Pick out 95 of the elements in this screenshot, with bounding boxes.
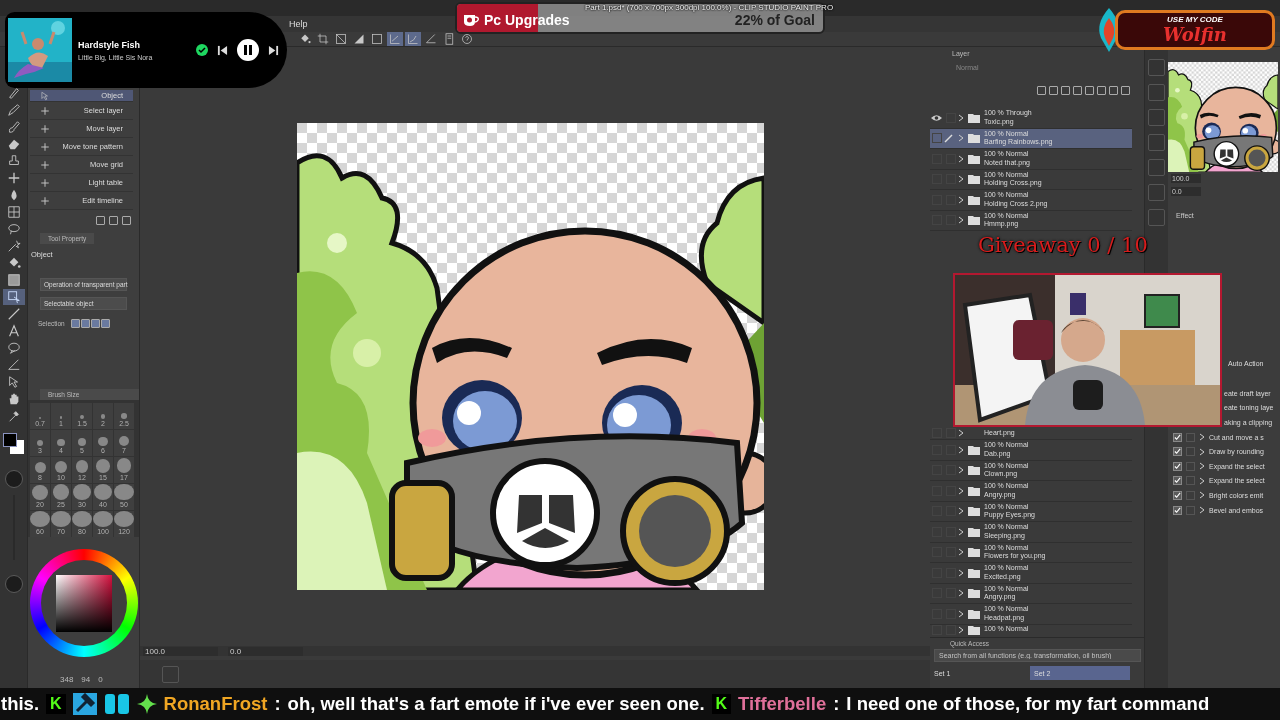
angle-field[interactable]: 0.0: [228, 646, 303, 656]
chevron-icon[interactable]: [958, 113, 964, 122]
folder-icon: [968, 112, 980, 123]
pause-button[interactable]: [237, 39, 259, 61]
song-title: Hardstyle Fish: [78, 39, 142, 50]
move-icon: [40, 159, 50, 170]
help-icon[interactable]: [459, 32, 475, 46]
sparkle-icon: [136, 694, 157, 714]
chevron-icon[interactable]: [958, 548, 964, 557]
folder-icon: [968, 485, 980, 496]
color-value: 94: [81, 675, 91, 684]
move-icon: [40, 195, 50, 206]
chevron-icon[interactable]: [958, 154, 964, 163]
move-icon: [40, 123, 50, 134]
pencil-icon: [944, 133, 954, 144]
zoom-field[interactable]: 100.0: [143, 646, 218, 656]
crossed-square-icon[interactable]: [333, 32, 349, 46]
hammer-icon: [72, 693, 97, 715]
window-title: Part 1.psd* (700 x 700px 300dpi 100.0%) - CLIP STUDIO PAINT PRO: [585, 3, 834, 12]
eye-icon[interactable]: [931, 113, 942, 122]
toggle-box[interactable]: [1186, 490, 1195, 500]
object-select-icon[interactable]: [2, 289, 25, 305]
toggle-box[interactable]: [1186, 432, 1195, 442]
line-tool-icon[interactable]: [387, 32, 403, 46]
folder-icon: [968, 588, 980, 599]
toggle-box[interactable]: [1186, 476, 1195, 486]
goal-progress: 22% of Goal: [734, 12, 816, 30]
chat-text: I need one of those, for my fart command: [846, 693, 1210, 715]
chat-username: RonanFrost: [163, 693, 268, 715]
chevron-icon[interactable]: [958, 589, 964, 598]
next-icon[interactable]: [268, 44, 279, 56]
folder-icon: [968, 608, 980, 619]
folder-icon: [968, 133, 980, 144]
color-value: 348: [60, 675, 74, 684]
chevron-icon[interactable]: [958, 216, 964, 225]
platform-badge: K: [46, 694, 66, 714]
chat-text: :: [274, 693, 281, 715]
chevron-icon[interactable]: [958, 507, 964, 516]
folder-icon: [968, 153, 980, 164]
code-caption: USE MY CODE: [1167, 15, 1223, 24]
curve-icon[interactable]: [405, 32, 421, 46]
color-swatches[interactable]: [2, 433, 25, 455]
folder-icon: [968, 547, 980, 558]
ruler-icon[interactable]: [423, 32, 439, 46]
chat-text: :: [833, 693, 840, 715]
folder-icon: [968, 174, 980, 185]
color-value: 0: [98, 675, 103, 684]
checkbox[interactable]: [1173, 461, 1182, 471]
toggle-box[interactable]: [1186, 447, 1195, 457]
giveaway-counter: Giveaway 0 / 10: [978, 233, 1148, 257]
chevron-icon[interactable]: [958, 175, 964, 184]
folder-icon: [968, 444, 980, 455]
chevron-icon[interactable]: [958, 466, 964, 475]
checkbox[interactable]: [1173, 476, 1182, 486]
creator-code: Wolfin: [1163, 24, 1227, 45]
pointer-icon: [40, 90, 50, 101]
crop-icon[interactable]: [315, 32, 331, 46]
emote-icon: [103, 693, 130, 715]
selection-mode-buttons[interactable]: [70, 319, 110, 328]
folder-icon: [968, 194, 980, 205]
chevron-icon[interactable]: [958, 568, 964, 577]
mug-icon: [463, 13, 479, 27]
toggle-box[interactable]: [1186, 505, 1195, 515]
menu-item[interactable]: Help: [289, 19, 308, 29]
chat-text: this.: [1, 693, 40, 715]
visibility-toggle[interactable]: [932, 133, 942, 144]
opacity-slider-handle[interactable]: [4, 575, 23, 593]
chevron-icon[interactable]: [958, 134, 964, 143]
chat-username: Tifferbelle: [738, 693, 827, 715]
checkbox[interactable]: [1173, 490, 1182, 500]
edit-toggle[interactable]: [946, 428, 956, 438]
color-square[interactable]: [55, 574, 112, 632]
check-icon[interactable]: [196, 44, 208, 56]
move-icon: [40, 105, 50, 116]
checkbox[interactable]: [1173, 505, 1182, 515]
move-icon: [40, 177, 50, 188]
folder-icon: [968, 624, 980, 635]
toggle-box[interactable]: [1186, 461, 1195, 471]
goal-name: Pc Upgrades: [484, 12, 570, 28]
folder-icon: [968, 506, 980, 517]
square-icon[interactable]: [369, 32, 385, 46]
folder-icon: [968, 465, 980, 476]
folder-icon: [968, 215, 980, 226]
chat-text: oh, well that's a fart emote if i've ever seen one.: [287, 693, 705, 715]
folder-icon: [968, 567, 980, 578]
chevron-icon[interactable]: [958, 195, 964, 204]
move-icon: [40, 141, 50, 152]
checkbox[interactable]: [1173, 432, 1182, 442]
platform-badge: K: [711, 694, 732, 714]
folder-icon: [968, 526, 980, 537]
previous-icon[interactable]: [217, 44, 228, 56]
size-slider-handle[interactable]: [4, 470, 23, 488]
checkbox[interactable]: [1173, 447, 1182, 457]
chevron-icon[interactable]: [958, 486, 964, 495]
chevron-icon[interactable]: [958, 527, 964, 536]
